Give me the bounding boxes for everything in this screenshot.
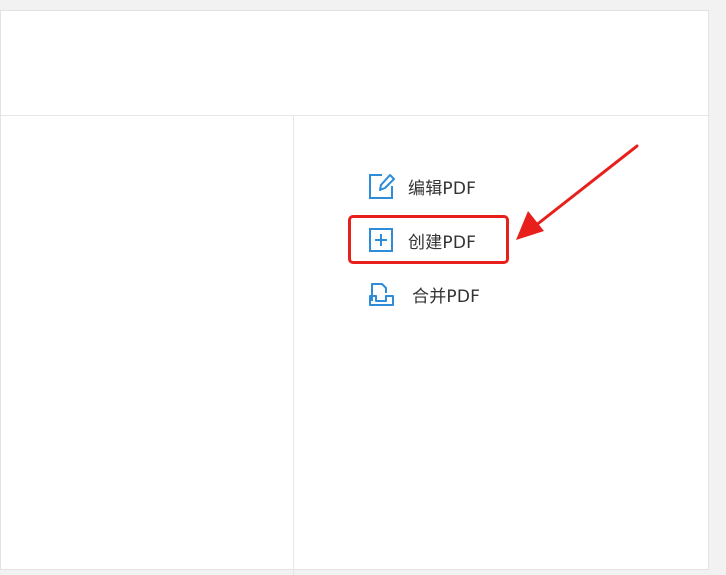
menu-item-label: 合并PDF: [412, 286, 481, 307]
menu-item-label: 编辑PDF: [408, 178, 477, 199]
merge-docs-icon: [366, 279, 396, 309]
annotation-highlight-box: [348, 215, 509, 264]
header-divider: [1, 115, 708, 116]
menu-item-merge-pdf[interactable]: 合并PDF: [366, 277, 480, 311]
column-divider: [293, 115, 294, 575]
main-panel: [0, 10, 709, 575]
menu-item-edit-pdf[interactable]: 编辑PDF: [366, 169, 476, 203]
edit-pen-icon: [366, 171, 396, 201]
